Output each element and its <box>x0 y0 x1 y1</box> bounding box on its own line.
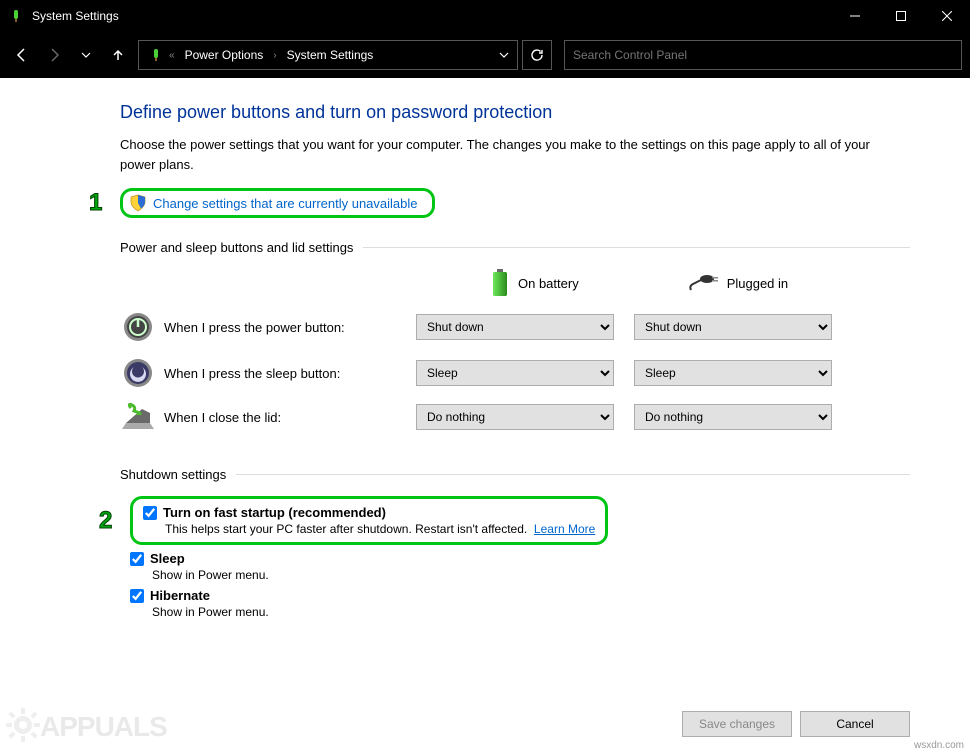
power-button-row: When I press the power button: Shut down… <box>120 311 910 343</box>
appuals-watermark: APPUALS <box>6 708 167 749</box>
titlebar: System Settings <box>0 0 970 32</box>
power-button-label: When I press the power button: <box>156 320 416 335</box>
forward-button[interactable] <box>40 41 68 69</box>
cancel-button[interactable]: Cancel <box>800 711 910 737</box>
search-input[interactable] <box>573 48 953 62</box>
sleep-checkbox-item: Sleep Show in Power menu. <box>130 551 910 582</box>
power-plugged-select[interactable]: Shut down <box>634 314 832 340</box>
app-icon <box>8 8 24 24</box>
back-button[interactable] <box>8 41 36 69</box>
change-settings-link[interactable]: Change settings that are currently unava… <box>153 196 418 211</box>
address-icon <box>147 46 165 64</box>
hibernate-label: Hibernate <box>150 588 210 603</box>
content: Define power buttons and turn on passwor… <box>0 78 970 625</box>
recent-button[interactable] <box>72 41 100 69</box>
hibernate-checkbox-item: Hibernate Show in Power menu. <box>130 588 910 619</box>
brand-text: APPUALS <box>40 711 167 742</box>
callout-2: 2 <box>99 507 112 535</box>
sleep-checkbox[interactable] <box>130 552 144 566</box>
on-battery-label: On battery <box>518 276 579 291</box>
minimize-button[interactable] <box>832 0 878 32</box>
site-watermark: wsxdn.com <box>914 740 964 751</box>
laptop-lid-icon <box>120 403 156 431</box>
maximize-button[interactable] <box>878 0 924 32</box>
sleep-battery-select[interactable]: Sleep <box>416 360 614 386</box>
search-box[interactable] <box>564 40 962 70</box>
breadcrumb-sep: « <box>169 50 175 61</box>
power-button-icon <box>120 311 156 343</box>
hibernate-checkbox[interactable] <box>130 589 144 603</box>
lid-label: When I close the lid: <box>156 410 416 425</box>
close-button[interactable] <box>924 0 970 32</box>
change-settings-highlight: 1 Change settings that are currently una… <box>120 188 435 218</box>
breadcrumb: « Power Options › System Settings <box>169 44 379 66</box>
shutdown-group: Shutdown settings 2 Turn on fast startup… <box>120 467 910 625</box>
intro-text: Choose the power settings that you want … <box>120 135 880 174</box>
sleep-button-icon <box>120 357 156 389</box>
fast-startup-checkbox[interactable] <box>143 506 157 520</box>
footer-buttons: Save changes Cancel <box>682 711 910 737</box>
chevron-right-icon: › <box>273 50 276 61</box>
breadcrumb-system-settings[interactable]: System Settings <box>281 44 380 66</box>
fast-startup-label: Turn on fast startup (recommended) <box>163 505 386 520</box>
plug-icon <box>689 274 719 292</box>
shield-icon <box>129 194 147 212</box>
gear-icon <box>6 708 40 749</box>
lid-battery-select[interactable]: Do nothing <box>416 404 614 430</box>
fast-startup-highlight: 2 Turn on fast startup (recommended) Thi… <box>130 496 608 545</box>
plugged-in-header: Plugged in <box>689 274 788 292</box>
hibernate-desc: Show in Power menu. <box>130 605 910 619</box>
callout-1: 1 <box>89 189 102 217</box>
sleep-desc: Show in Power menu. <box>130 568 910 582</box>
sleep-button-label: When I press the sleep button: <box>156 366 416 381</box>
fast-startup-desc: This helps start your PC faster after sh… <box>143 522 595 536</box>
power-buttons-legend: Power and sleep buttons and lid settings <box>120 240 363 255</box>
fast-startup-desc-text: This helps start your PC faster after sh… <box>165 522 527 536</box>
on-battery-header: On battery <box>490 269 579 297</box>
battery-icon <box>490 269 510 297</box>
page-title: Define power buttons and turn on passwor… <box>120 102 910 123</box>
sleep-plugged-select[interactable]: Sleep <box>634 360 832 386</box>
power-buttons-group: Power and sleep buttons and lid settings… <box>120 240 910 445</box>
breadcrumb-power-options[interactable]: Power Options <box>179 44 270 66</box>
sleep-label: Sleep <box>150 551 185 566</box>
refresh-button[interactable] <box>522 40 552 70</box>
address-dropdown[interactable] <box>491 50 517 60</box>
shutdown-legend: Shutdown settings <box>120 467 236 482</box>
lid-row: When I close the lid: Do nothing Do noth… <box>120 403 910 431</box>
up-button[interactable] <box>104 41 132 69</box>
address-bar[interactable]: « Power Options › System Settings <box>138 40 518 70</box>
save-button[interactable]: Save changes <box>682 711 792 737</box>
window-title: System Settings <box>32 9 119 23</box>
column-headers: On battery Plugged in <box>490 269 910 297</box>
learn-more-link[interactable]: Learn More <box>534 522 595 536</box>
power-battery-select[interactable]: Shut down <box>416 314 614 340</box>
navbar: « Power Options › System Settings <box>0 32 970 78</box>
sleep-button-row: When I press the sleep button: Sleep Sle… <box>120 357 910 389</box>
lid-plugged-select[interactable]: Do nothing <box>634 404 832 430</box>
plugged-in-label: Plugged in <box>727 276 788 291</box>
